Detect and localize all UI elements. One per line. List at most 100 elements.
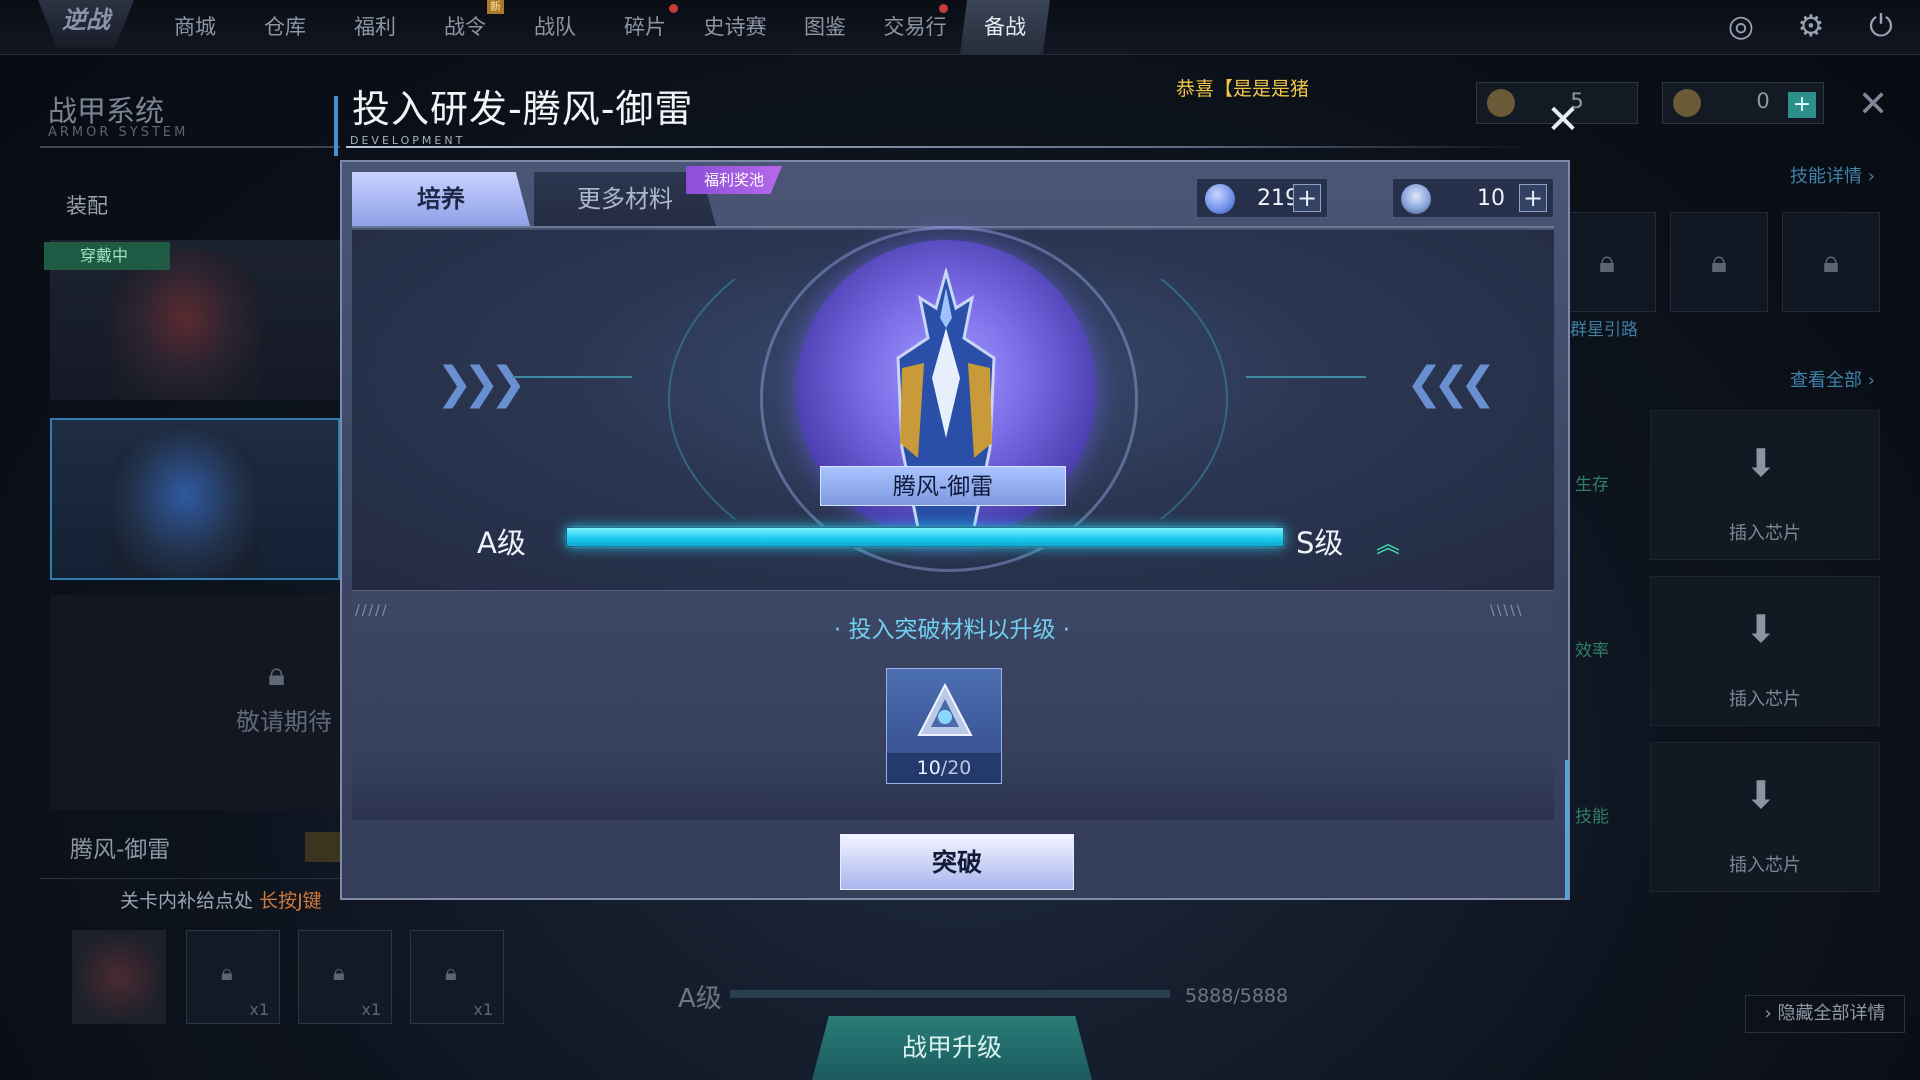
add-crystal-button[interactable]: + xyxy=(1293,184,1321,212)
bottom-progress-bar xyxy=(730,990,1170,998)
breakthrough-core-icon xyxy=(917,682,973,736)
modal-title: 投入研发-腾风-御雷 xyxy=(352,87,694,131)
nav-item-label: 战队 xyxy=(534,15,576,39)
skill-detail-link[interactable]: 技能详情 › xyxy=(1790,162,1875,188)
nav-item[interactable]: 史诗赛 xyxy=(690,0,780,54)
locked-skill-slot: 🔒︎ xyxy=(1670,212,1768,312)
star-road-label: 群星引路 xyxy=(1570,320,1638,340)
slot-multiplier: x1 xyxy=(361,1000,381,1019)
scan-line-right xyxy=(1246,376,1366,378)
power-icon[interactable]: ⏻ xyxy=(1862,8,1900,46)
divider xyxy=(40,146,340,148)
resource-crystal: 2192 + xyxy=(1196,178,1328,218)
current-grade-label: A级 xyxy=(477,526,526,560)
grade-progress-fill xyxy=(567,528,1283,546)
stay-tuned-label: 敬请期待 xyxy=(236,708,332,736)
welfare-pool-badge[interactable]: 福利奖池 xyxy=(686,166,782,194)
chevron-right-icon: ❯❯❯ xyxy=(436,358,527,409)
tip-prefix: 关卡内补给点处 xyxy=(120,890,254,912)
modal-title-underline xyxy=(346,146,1536,148)
armor-portrait-dark xyxy=(110,250,260,400)
nav-item-label: 福利 xyxy=(354,15,396,39)
nav-item-label: 战令 xyxy=(444,15,486,39)
top-right-icons: ◎ ⚙ ⏻ xyxy=(1722,8,1900,46)
resource-core: 10 + xyxy=(1392,178,1554,218)
nav-item[interactable]: 福利 xyxy=(330,0,420,54)
locked-slot: 🔒︎ x1 xyxy=(298,930,392,1024)
chip-slot[interactable]: ⬇ 插入芯片 xyxy=(1650,410,1880,560)
nav-item-label: 史诗赛 xyxy=(703,15,767,39)
nav-item[interactable]: 图鉴 xyxy=(780,0,870,54)
nav-item-label: 备战 xyxy=(984,15,1026,39)
add-core-button[interactable]: + xyxy=(1519,184,1547,212)
chip-slot[interactable]: ⬇ 插入芯片 xyxy=(1650,742,1880,892)
tab-train[interactable]: 培养 xyxy=(352,172,530,226)
gear-icon[interactable]: ⚙ xyxy=(1792,8,1830,46)
radar-icon[interactable]: ◎ xyxy=(1722,8,1760,46)
nav-item-label: 图鉴 xyxy=(804,15,846,39)
double-chevron-up-icon: ︽ xyxy=(1376,530,1400,558)
material-count: 10/20 xyxy=(887,753,1001,783)
announcement-ticker: 恭喜【是是是猪 xyxy=(1176,78,1310,100)
main-nav: 商城 仓库 福利 战令新战队 碎片 史诗赛 图鉴 交易行 备战 xyxy=(150,0,1050,54)
new-badge: 新 xyxy=(487,0,504,14)
breakthrough-button[interactable]: 突破 xyxy=(840,834,1074,890)
locked-skill-slot: 🔒︎ xyxy=(1558,212,1656,312)
bottom-count: 5888/5888 xyxy=(1185,985,1289,1007)
wearing-badge: 穿戴中 xyxy=(44,242,170,270)
scan-line-left xyxy=(512,376,632,378)
view-all-link[interactable]: 查看全部 › xyxy=(1790,366,1875,392)
breakthrough-material-slot[interactable]: 10/20 xyxy=(886,668,1002,784)
nav-item[interactable]: 战令新 xyxy=(420,0,510,54)
material-owned: 10 xyxy=(916,757,941,779)
chip-slot-label: 插入芯片 xyxy=(1729,689,1801,710)
tag-survival: 生存 xyxy=(1575,475,1609,495)
nav-item[interactable]: 战队 xyxy=(510,0,600,54)
locked-slot: 🔒︎ x1 xyxy=(186,930,280,1024)
modal-title-accent xyxy=(334,96,338,156)
lock-icon: 🔒︎ xyxy=(268,655,286,693)
coin-icon xyxy=(1673,89,1701,117)
lock-icon: 🔒︎ xyxy=(221,961,233,986)
armor-system-title: 战甲系统 xyxy=(48,94,165,128)
armor-portrait-blue xyxy=(110,428,260,578)
chip-slot[interactable]: ⬇ 插入芯片 xyxy=(1650,576,1880,726)
locked-skill-slot: 🔒︎ xyxy=(1782,212,1880,312)
lock-icon: 🔒︎ xyxy=(445,961,457,986)
close-icon[interactable]: ✕ xyxy=(1858,84,1888,125)
core-shard-icon xyxy=(1401,184,1431,214)
tip-highlight: 长按J键 xyxy=(259,890,322,912)
nav-item[interactable]: 备战 xyxy=(960,0,1050,54)
slot-multiplier: x1 xyxy=(249,1000,269,1019)
armor-name-label: 腾风-御雷 xyxy=(70,837,171,863)
nav-item[interactable]: 碎片 xyxy=(600,0,690,54)
supply-tip: 关卡内补给点处 长按J键 xyxy=(120,886,322,913)
nav-item[interactable]: 交易行 xyxy=(870,0,960,54)
hide-details-button[interactable]: › 隐藏全部详情 xyxy=(1745,995,1905,1033)
nav-item[interactable]: 商城 xyxy=(150,0,240,54)
view-all-label: 查看全部 xyxy=(1790,370,1862,391)
game-logo: 逆战 xyxy=(38,0,134,48)
chip-slot-label: 插入芯片 xyxy=(1729,523,1801,544)
hide-details-label: 隐藏全部详情 xyxy=(1777,1003,1886,1024)
nav-item-label: 商城 xyxy=(174,15,216,39)
chip-slot-label: 插入芯片 xyxy=(1729,855,1801,876)
modal-edge-accent xyxy=(1565,760,1569,900)
nav-item[interactable]: 仓库 xyxy=(240,0,330,54)
armor-upgrade-button[interactable]: 战甲升级 xyxy=(812,1016,1092,1080)
chip-insert-icon: ⬇ xyxy=(1745,441,1777,485)
armor-system-subtitle: ARMOR SYSTEM xyxy=(48,125,189,140)
material-required: /20 xyxy=(940,757,972,779)
add-currency-button[interactable]: + xyxy=(1788,92,1816,118)
bottom-grade: A级 xyxy=(678,984,722,1014)
slot-armor-portrait[interactable] xyxy=(72,930,166,1024)
nav-item-label: 仓库 xyxy=(264,15,306,39)
notification-dot xyxy=(669,4,678,13)
top-nav-bar: 逆战 商城 仓库 福利 战令新战队 碎片 史诗赛 图鉴 交易行 备战 ◎ ⚙ ⏻ xyxy=(0,0,1920,55)
chevron-left-icon: ❮❮❮ xyxy=(1406,358,1497,409)
close-icon[interactable]: ✕ xyxy=(1543,100,1583,140)
slot-multiplier: x1 xyxy=(473,1000,493,1019)
material-hint: · 投入突破材料以升级 · xyxy=(833,617,1071,643)
lock-icon: 🔒︎ xyxy=(333,961,345,986)
locked-slot: 🔒︎ x1 xyxy=(410,930,504,1024)
